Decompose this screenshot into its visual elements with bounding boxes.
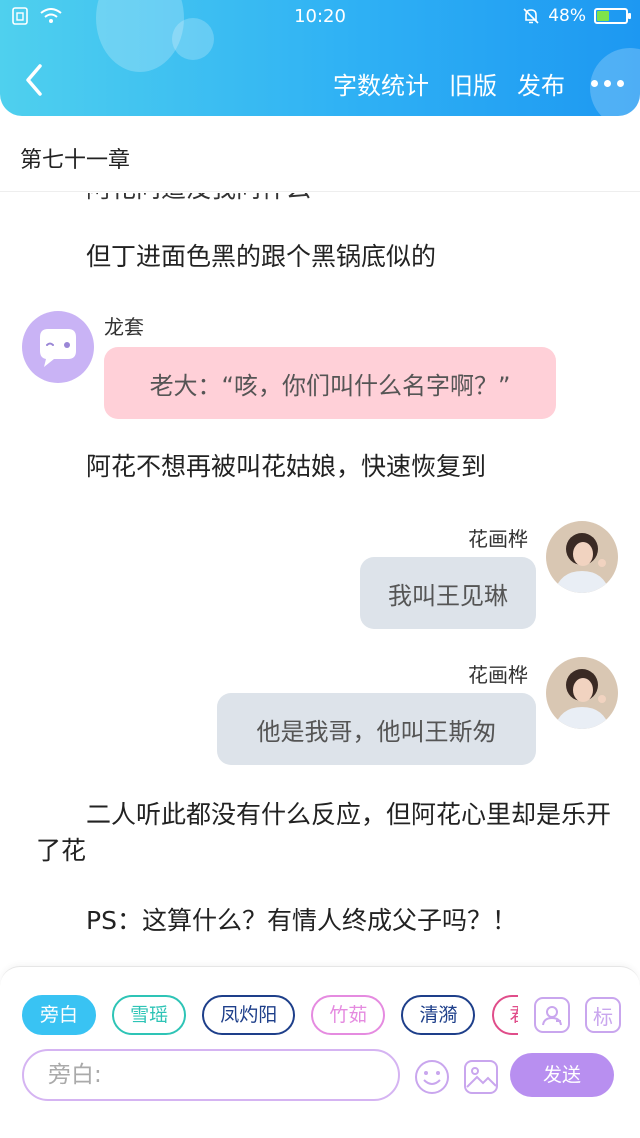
speaker-name: 花画桦	[468, 527, 528, 551]
character-avatar[interactable]	[546, 657, 618, 729]
header-actions: 字数统计 旧版 发布	[313, 66, 624, 101]
back-button[interactable]	[20, 60, 48, 100]
emoji-button[interactable]	[414, 1059, 450, 1095]
dialogue-bubble[interactable]: 他是我哥，他叫王斯匆	[217, 693, 536, 765]
old-version-button[interactable]: 旧版	[449, 66, 497, 101]
narration-paragraph: PS：这算什么？有情人终成父子吗？！	[86, 906, 517, 935]
story-content[interactable]: 阿花问道没我问什么 但丁进面色黑的跟个黑锅底似的 龙套 老大：“咳，你们叫什么名…	[0, 193, 640, 965]
image-icon	[464, 1060, 498, 1094]
dialogue-bubble[interactable]: 老大：“咳，你们叫什么名字啊？”	[104, 347, 556, 419]
app-header: 10:20 48% 字数统计 旧版 发布	[0, 0, 640, 116]
more-button[interactable]	[591, 69, 624, 99]
role-chip[interactable]: 竹茹	[311, 995, 386, 1035]
chapter-title[interactable]: 第七十一章	[20, 142, 130, 174]
battery-fill	[597, 11, 610, 21]
status-bar: 10:20 48%	[0, 0, 640, 34]
status-icons-right: 48%	[522, 6, 631, 26]
more-dot	[617, 80, 624, 87]
battery-percent: 48%	[548, 6, 586, 26]
narration-paragraph: 阿花不想再被叫花姑娘，快速恢复到	[86, 452, 487, 481]
role-selector: 旁白 雪瑶 凤灼阳 竹茹 清漪 君	[22, 995, 518, 1037]
role-chip[interactable]: 旁白	[22, 995, 97, 1035]
role-manage-button[interactable]	[534, 997, 570, 1033]
narration-paragraph: 但丁进面色黑的跟个黑锅底似的	[86, 242, 437, 271]
message-input[interactable]: 旁白:	[22, 1049, 400, 1101]
compose-panel: 旁白 雪瑶 凤灼阳 竹茹 清漪 君 标 旁白: 发送	[0, 966, 640, 1138]
partial-paragraph: 阿花问道没我问什么	[36, 193, 616, 207]
more-dot	[604, 80, 611, 87]
send-button[interactable]: 发送	[510, 1053, 614, 1097]
smile-icon	[415, 1060, 449, 1094]
role-chip[interactable]: 凤灼阳	[202, 995, 296, 1035]
speaker-name: 花画桦	[468, 663, 528, 687]
ghost-avatar[interactable]	[22, 311, 94, 383]
image-button[interactable]	[463, 1059, 499, 1095]
mute-bell-icon	[523, 8, 539, 24]
dialogue-bubble[interactable]: 我叫王见琳	[360, 557, 536, 629]
role-chip[interactable]: 君	[491, 995, 518, 1035]
speaker-name: 龙套	[104, 315, 144, 339]
role-chip[interactable]: 雪瑶	[112, 995, 187, 1035]
battery-icon	[594, 8, 631, 24]
word-count-button[interactable]: 字数统计	[333, 66, 429, 101]
character-avatar[interactable]	[546, 521, 618, 593]
role-chip[interactable]: 清漪	[401, 995, 476, 1035]
more-dot	[591, 80, 598, 87]
user-card-icon	[542, 1006, 562, 1026]
chapter-bar: 第七十一章	[0, 126, 640, 192]
portrait-image	[546, 657, 618, 729]
narration-paragraph: 二人听此都没有什么反应，但阿花心里却是乐开了花	[36, 800, 612, 865]
chevron-left-icon	[26, 64, 42, 96]
publish-button[interactable]: 发布	[517, 66, 565, 101]
mark-button[interactable]: 标	[585, 997, 621, 1033]
chat-ghost-icon	[40, 329, 76, 367]
portrait-image	[546, 521, 618, 593]
